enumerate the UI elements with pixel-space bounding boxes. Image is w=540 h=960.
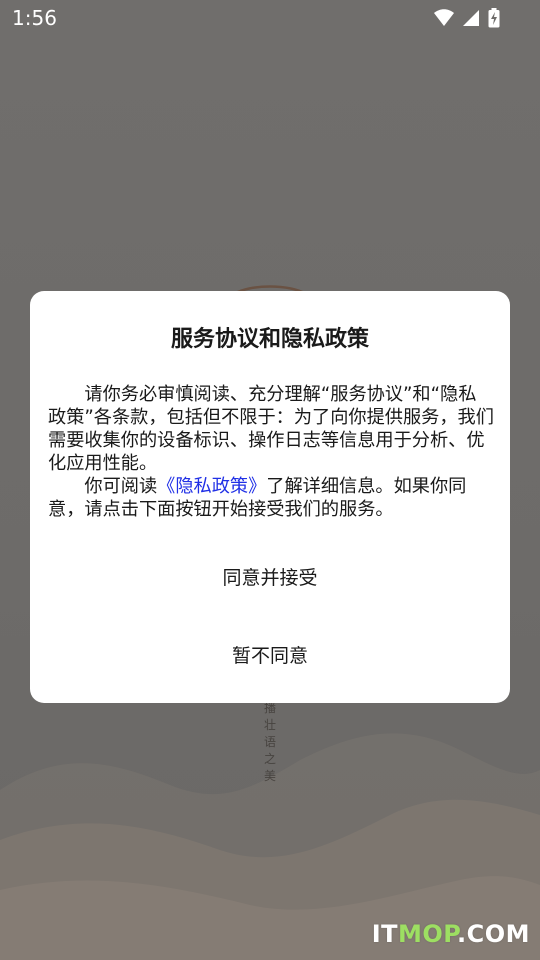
privacy-policy-link[interactable]: 《隐私政策》 (157, 476, 266, 497)
watermark-suffix: .COM (456, 920, 530, 948)
wifi-icon (434, 9, 454, 26)
agree-button[interactable]: 同意并接受 (30, 563, 510, 590)
status-bar: 1:56 (0, 0, 540, 36)
decline-button[interactable]: 暂不同意 (30, 641, 510, 668)
cellular-signal-icon (463, 10, 479, 26)
paragraph-2-prefix: 你可阅读 (84, 476, 158, 497)
dialog-paragraph-2: 你可阅读《隐私政策》了解详细信息。如果你同意，请点击下面按钮开始接受我们的服务。 (48, 475, 494, 521)
status-time: 1:56 (12, 6, 57, 30)
battery-charging-icon (488, 8, 500, 28)
watermark-middle: MOP (398, 920, 457, 948)
dialog-paragraph-1: 请你务必审慎阅读、充分理解“服务协议”和“隐私政策”各条款，包括但不限于：为了向… (48, 384, 494, 474)
dialog-title: 服务协议和隐私政策 (170, 327, 369, 352)
privacy-dialog: 服务协议和隐私政策 请你务必审慎阅读、充分理解“服务协议”和“隐私政策”各条款，… (30, 291, 510, 703)
watermark-prefix: IT (371, 920, 399, 948)
dialog-body: 请你务必审慎阅读、充分理解“服务协议”和“隐私政策”各条款，包括但不限于：为了向… (48, 383, 494, 521)
watermark: ITMOP.COM (372, 920, 530, 948)
vertical-slogan: 播壮语之美 (263, 701, 276, 783)
